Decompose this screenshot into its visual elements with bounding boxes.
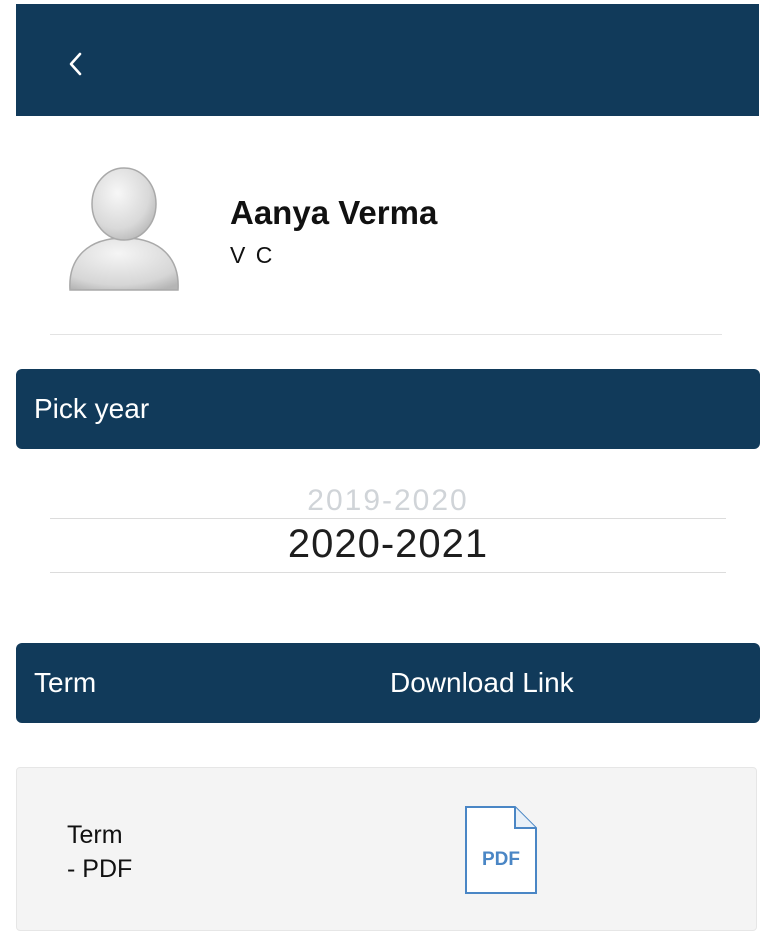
year-option[interactable]: 2019-2020 — [50, 476, 726, 520]
pdf-icon-text: PDF — [482, 849, 520, 870]
picker-divider — [50, 572, 726, 573]
profile-role: V C — [230, 242, 275, 268]
year-picker[interactable]: 2019-2020 2020-2021 — [50, 470, 726, 580]
chevron-left-icon — [69, 52, 82, 76]
term-label-line: - PDF — [67, 855, 133, 883]
table-row: Term - PDF PDF — [16, 767, 757, 931]
pick-year-title: Pick year — [34, 393, 150, 424]
term-label: Term - PDF — [67, 818, 132, 886]
column-header-download-link: Download Link — [390, 667, 574, 698]
table-header: Term Download Link — [16, 643, 760, 723]
picker-divider — [50, 518, 726, 519]
pick-year-header: Pick year — [16, 369, 760, 449]
column-header-term: Term — [34, 667, 97, 698]
user-avatar-icon — [69, 167, 179, 291]
term-label-line: Term — [67, 821, 123, 849]
profile-name: Aanya Verma — [230, 194, 438, 231]
pdf-download-link[interactable]: PDF — [463, 804, 539, 896]
back-button[interactable] — [56, 40, 96, 88]
year-option-selected[interactable]: 2020-2021 — [50, 522, 726, 567]
profile-card: Aanya Verma V C — [50, 150, 722, 335]
pdf-file-icon: PDF — [465, 806, 537, 894]
top-navigation-bar — [16, 4, 759, 116]
